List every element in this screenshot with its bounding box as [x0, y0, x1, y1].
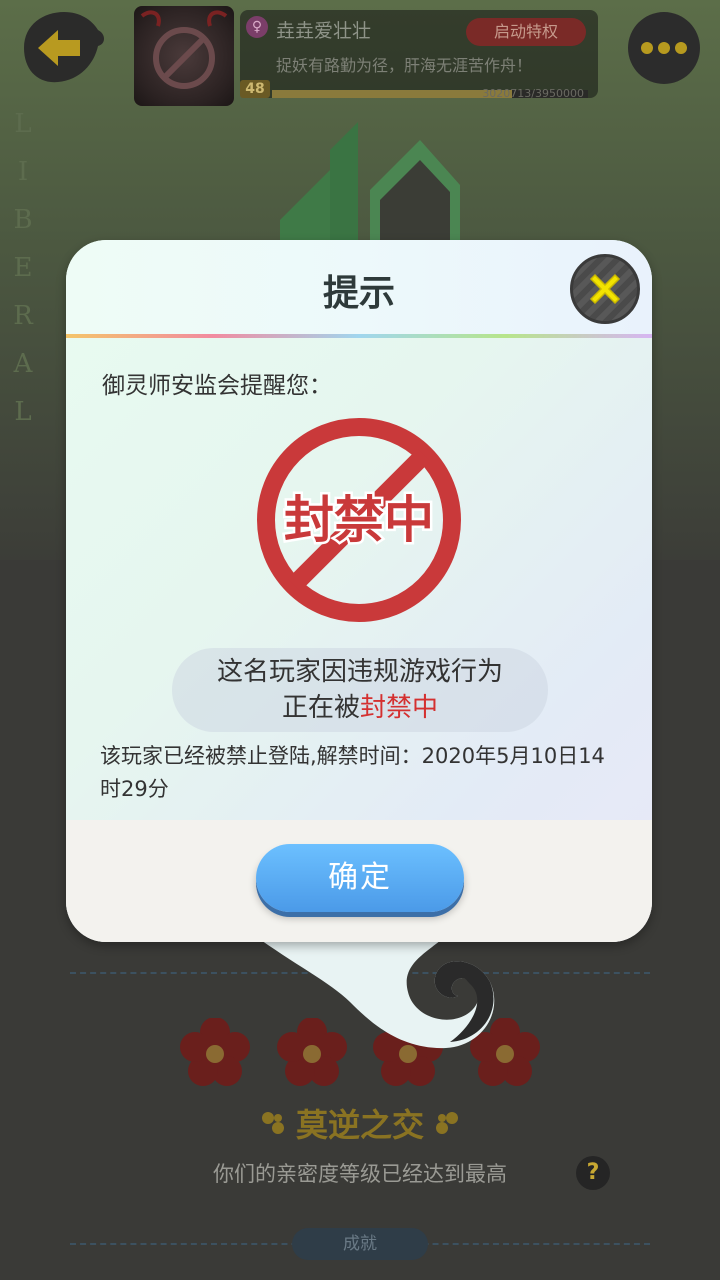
notice-title: 御灵师安监会提醒您：	[102, 373, 332, 399]
confirm-button[interactable]: 确定	[256, 844, 464, 912]
ban-reason-prefix: 正在被	[281, 693, 360, 723]
ban-status-highlight: 封禁中	[360, 693, 439, 723]
more-options-button[interactable]	[628, 12, 700, 84]
vertical-letter: B	[13, 205, 33, 235]
player-motto: 捉妖有路勤为径，肝海无涯苦作舟！	[276, 56, 533, 75]
dot-icon	[658, 42, 670, 54]
modal-tail-swirl-icon	[250, 932, 495, 1049]
ban-reason-line2: 正在被封禁中	[172, 690, 548, 726]
unban-time-text: 该玩家已经被禁止登陆,解禁时间：2020年5月10日14时29分	[100, 744, 605, 801]
flower-icon	[180, 1018, 250, 1086]
ban-reason-panel: 这名玩家因违规游戏行为 正在被封禁中	[172, 648, 548, 732]
header-divider	[66, 334, 652, 338]
intimacy-text: 你们的亲密度等级已经达到最高	[213, 1162, 507, 1186]
back-button[interactable]	[18, 10, 106, 86]
friendship-title-text: 莫逆之交	[295, 1106, 424, 1144]
vertical-letter: L	[14, 397, 32, 427]
knot-ornament-icon	[261, 1112, 284, 1134]
vertical-letter: I	[17, 157, 29, 187]
friendship-title: 莫逆之交	[230, 1098, 490, 1148]
banned-avatar-icon	[140, 10, 228, 89]
ban-stamp-text: 封禁中	[284, 491, 434, 549]
liberal-vertical-text: L I B E R A L	[8, 100, 38, 436]
vertical-letter: A	[13, 349, 33, 379]
close-icon	[589, 273, 621, 305]
exp-progress-fill	[272, 90, 513, 98]
privilege-button[interactable]: 启动特权	[466, 18, 586, 46]
player-info-panel: ♀ 垚垚爱壮壮 启动特权 捉妖有路勤为径，肝海无涯苦作舟！ 48 3020713…	[240, 10, 598, 100]
dot-icon	[641, 42, 653, 54]
vertical-letter: R	[13, 301, 33, 331]
achievement-tab[interactable]: 成就	[292, 1228, 428, 1260]
ban-reason-line1: 这名玩家因违规游戏行为	[216, 657, 503, 687]
female-gender-icon: ♀	[246, 16, 268, 38]
player-name: 垚垚爱壮壮	[276, 20, 372, 42]
vertical-letter: E	[13, 253, 33, 283]
ban-stamp-icon: 封禁中	[257, 418, 461, 622]
help-icon[interactable]: ?	[576, 1156, 610, 1190]
exp-text: 3020713/3950000	[482, 87, 584, 100]
close-button[interactable]	[570, 254, 640, 324]
player-avatar[interactable]	[134, 6, 234, 106]
dialog-title: 提示	[322, 273, 395, 314]
level-badge: 48	[240, 80, 270, 98]
vertical-letter: L	[14, 109, 32, 139]
dot-icon	[675, 42, 687, 54]
knot-ornament-icon	[436, 1112, 458, 1134]
ban-notice-dialog: 提示 御灵师安监会提醒您： 封禁中 这名玩家因违规游戏行为 正在被封禁中 该玩家…	[66, 240, 652, 942]
house-logo-icon	[280, 122, 460, 260]
